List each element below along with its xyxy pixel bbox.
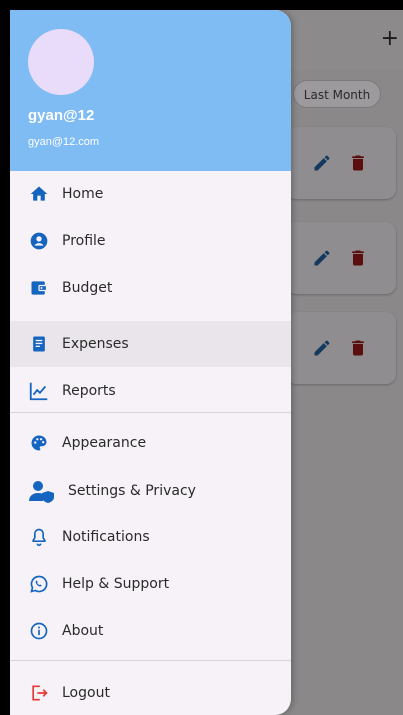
add-button[interactable]: +: [381, 28, 399, 50]
avatar[interactable]: [28, 29, 94, 95]
filter-chip-last-month[interactable]: Last Month: [293, 80, 381, 108]
menu-label: Reports: [62, 383, 116, 399]
expense-card[interactable]: [286, 222, 396, 294]
info-icon: [28, 620, 50, 642]
menu-item-notifications[interactable]: Notifications: [10, 514, 291, 560]
menu-item-about[interactable]: About: [10, 608, 291, 654]
navigation-drawer: gyan@12 gyan@12.com Home Profile Budget …: [10, 10, 291, 715]
menu-item-budget[interactable]: Budget: [10, 265, 291, 311]
wallet-icon: [28, 277, 50, 299]
edit-icon[interactable]: [312, 338, 332, 358]
menu-label: Profile: [62, 233, 106, 249]
menu-label: Expenses: [62, 336, 129, 352]
menu-item-expenses[interactable]: Expenses: [10, 321, 291, 367]
delete-icon[interactable]: [348, 338, 368, 358]
edit-icon[interactable]: [312, 248, 332, 268]
receipt-icon: [28, 333, 50, 355]
menu-item-home[interactable]: Home: [10, 171, 291, 217]
menu-item-settings-privacy[interactable]: Settings & Privacy: [10, 468, 291, 514]
chart-icon: [28, 380, 50, 402]
home-icon: [28, 183, 50, 205]
user-name: gyan@12: [28, 107, 95, 124]
menu-label: Help & Support: [62, 576, 170, 592]
edit-icon[interactable]: [312, 153, 332, 173]
menu-divider: [10, 660, 291, 661]
expense-card[interactable]: [286, 312, 396, 384]
menu-label: Home: [62, 186, 104, 202]
palette-icon: [28, 432, 50, 454]
user-email: gyan@12.com: [28, 136, 100, 148]
menu-item-reports[interactable]: Reports: [10, 368, 291, 414]
menu-label: About: [62, 623, 104, 639]
whatsapp-icon: [28, 573, 50, 595]
menu-label: Settings & Privacy: [68, 483, 196, 499]
admin-icon: [28, 480, 56, 503]
menu-label: Notifications: [62, 529, 150, 545]
bell-icon: [28, 526, 50, 548]
menu-item-appearance[interactable]: Appearance: [10, 420, 291, 466]
menu-item-help-support[interactable]: Help & Support: [10, 561, 291, 607]
menu-divider: [10, 412, 291, 413]
drawer-header: gyan@12 gyan@12.com: [10, 10, 291, 171]
menu-label: Budget: [62, 280, 113, 296]
logout-icon: [28, 682, 50, 704]
menu-item-profile[interactable]: Profile: [10, 218, 291, 264]
delete-icon[interactable]: [348, 248, 368, 268]
expense-card[interactable]: [286, 127, 396, 199]
menu-item-logout[interactable]: Logout: [10, 670, 291, 715]
delete-icon[interactable]: [348, 153, 368, 173]
profile-icon: [28, 230, 50, 252]
menu-label: Logout: [62, 685, 110, 701]
menu-label: Appearance: [62, 435, 147, 451]
